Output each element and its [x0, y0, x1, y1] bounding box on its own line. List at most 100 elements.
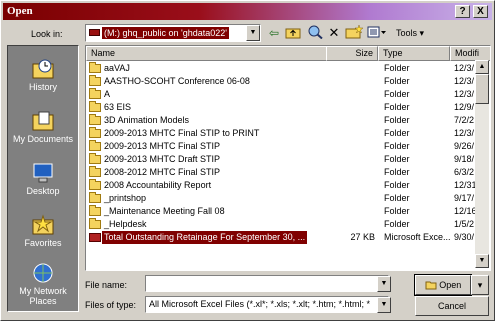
scroll-down-icon[interactable]: ▼ — [475, 254, 489, 268]
column-header-size[interactable]: Size — [326, 46, 378, 61]
places-bar: History My Documents Desktop Favorites M… — [7, 45, 79, 312]
file-name: 2009-2013 MHTC Final STIP to PRINT — [104, 128, 260, 138]
tools-menu-label: Tools — [395, 28, 417, 38]
views-icon[interactable] — [367, 25, 387, 41]
file-type: Folder — [384, 180, 410, 190]
file-type: Folder — [384, 219, 410, 229]
cancel-button[interactable]: Cancel — [415, 296, 489, 316]
file-name: 2009-2013 MHTC Draft STIP — [104, 154, 221, 164]
file-size: 27 KB — [350, 232, 375, 242]
file-modified: 12/3/ — [454, 89, 475, 99]
file-modified: 12/16 — [454, 206, 477, 216]
places-my-documents[interactable]: My Documents — [8, 110, 78, 144]
file-name: AASTHO-SCOHT Conference 06-08 — [104, 76, 250, 86]
file-row[interactable]: 2009-2013 MHTC Draft STIP Folder 9/18/ — [86, 153, 490, 166]
up-one-level-icon[interactable] — [285, 25, 301, 41]
file-name: _Helpdesk — [104, 219, 147, 229]
file-modified: 9/30/ — [454, 232, 475, 242]
file-row[interactable]: _Maintenance Meeting Fall 08 Folder 12/16 — [86, 205, 490, 218]
my-documents-icon — [31, 110, 55, 132]
folder-icon — [89, 75, 101, 86]
look-in-value: (M:) ghq_public on 'ghdata022' — [102, 27, 230, 39]
places-label: My Network Places — [19, 286, 67, 306]
file-type: Folder — [384, 193, 410, 203]
open-button[interactable]: Open — [414, 274, 472, 296]
places-label: History — [28, 82, 57, 92]
files-of-type-dropdown[interactable]: All Microsoft Excel Files (*.xl*; *.xls;… — [145, 296, 389, 313]
folder-icon — [89, 101, 101, 112]
file-modified: 6/3/2 — [454, 167, 475, 177]
desktop-icon — [31, 162, 55, 184]
files-of-type-label: Files of type: — [85, 300, 137, 310]
scroll-up-icon[interactable]: ▲ — [475, 60, 489, 74]
places-my-network-places[interactable]: My Network Places — [8, 262, 78, 306]
file-type: Folder — [384, 76, 410, 86]
places-label: Desktop — [26, 186, 60, 196]
chevron-down-icon[interactable]: ▼ — [377, 276, 391, 292]
file-type: Folder — [384, 63, 410, 73]
places-label: Favorites — [24, 238, 62, 248]
folder-icon — [89, 179, 101, 190]
vertical-scrollbar[interactable]: ▲ ▼ — [475, 60, 489, 268]
excel-file-icon — [89, 233, 101, 242]
places-history[interactable]: History — [8, 58, 78, 92]
help-button[interactable]: ? — [455, 5, 470, 18]
file-name: A — [104, 89, 111, 99]
places-favorites[interactable]: Favorites — [8, 214, 78, 248]
folder-icon — [89, 62, 101, 73]
folder-icon — [89, 166, 101, 177]
file-modified: 9/18/ — [454, 154, 475, 164]
open-options-button[interactable]: ▾ — [471, 275, 489, 295]
file-modified: 12/3/ — [454, 128, 475, 138]
back-icon[interactable]: ⇦ — [267, 25, 281, 41]
chevron-down-icon[interactable]: ▼ — [377, 297, 391, 313]
column-header-modified[interactable]: Modifi — [450, 46, 490, 61]
file-row[interactable]: 3D Animation Models Folder 7/2/2 — [86, 114, 490, 127]
open-dialog: Open ? X Look in: (M:) ghq_public on 'gh… — [0, 0, 495, 321]
delete-icon[interactable]: ✕ — [327, 25, 341, 41]
file-type: Folder — [384, 206, 410, 216]
file-row[interactable]: aaVAJ Folder 12/3/ — [86, 62, 490, 75]
folder-icon — [89, 140, 101, 151]
file-modified: 12/3/ — [454, 63, 475, 73]
file-row[interactable]: AASTHO-SCOHT Conference 06-08 Folder 12/3/ — [86, 75, 490, 88]
file-row[interactable]: _printshop Folder 9/17/ — [86, 192, 490, 205]
file-name-input[interactable] — [145, 275, 389, 292]
file-type: Folder — [384, 167, 410, 177]
search-web-icon[interactable] — [307, 25, 323, 41]
file-type: Folder — [384, 102, 410, 112]
file-row[interactable]: Total Outstanding Retainage For Septembe… — [86, 231, 490, 244]
column-header-type[interactable]: Type — [378, 46, 450, 61]
file-row[interactable]: _Helpdesk Folder 1/5/2 — [86, 218, 490, 231]
folder-icon — [89, 88, 101, 99]
file-list[interactable]: Name Size Type Modifi aaVAJ Folder 12/3/AA… — [85, 45, 491, 271]
network-places-icon — [31, 262, 55, 284]
file-type: Folder — [384, 89, 410, 99]
file-row[interactable]: 2008 Accountability Report Folder 12/31 — [86, 179, 490, 192]
title-bar[interactable]: Open ? X — [3, 3, 492, 20]
file-type: Folder — [384, 141, 410, 151]
file-modified: 9/26/ — [454, 141, 475, 151]
file-row[interactable]: A Folder 12/3/ — [86, 88, 490, 101]
tools-menu[interactable]: Tools ▾ — [391, 25, 429, 41]
file-row[interactable]: 2009-2013 MHTC Final STIP Folder 9/26/ — [86, 140, 490, 153]
file-name: 2008 Accountability Report — [104, 180, 212, 190]
file-modified: 7/2/2 — [454, 115, 475, 125]
open-button-label: Open — [439, 280, 462, 290]
file-row[interactable]: 2008-2012 MHTC Final STIP Folder 6/3/2 — [86, 166, 490, 179]
close-button[interactable]: X — [473, 5, 488, 18]
file-name: Total Outstanding Retainage For Septembe… — [102, 231, 308, 244]
file-row[interactable]: 2009-2013 MHTC Final STIP to PRINT Folder… — [86, 127, 490, 140]
look-in-dropdown[interactable]: (M:) ghq_public on 'ghdata022' ▼ — [85, 24, 261, 42]
file-row[interactable]: 63 EIS Folder 12/9/ — [86, 101, 490, 114]
file-modified: 12/9/ — [454, 102, 475, 112]
scroll-thumb[interactable] — [475, 74, 489, 104]
file-modified: 9/17/ — [454, 193, 475, 203]
look-in-label: Look in: — [31, 29, 63, 39]
places-desktop[interactable]: Desktop — [8, 162, 78, 196]
folder-icon — [89, 127, 101, 138]
chevron-down-icon[interactable]: ▼ — [246, 25, 260, 41]
open-folder-icon — [425, 281, 437, 290]
new-folder-icon[interactable] — [345, 24, 364, 41]
file-name: 3D Animation Models — [104, 115, 190, 125]
